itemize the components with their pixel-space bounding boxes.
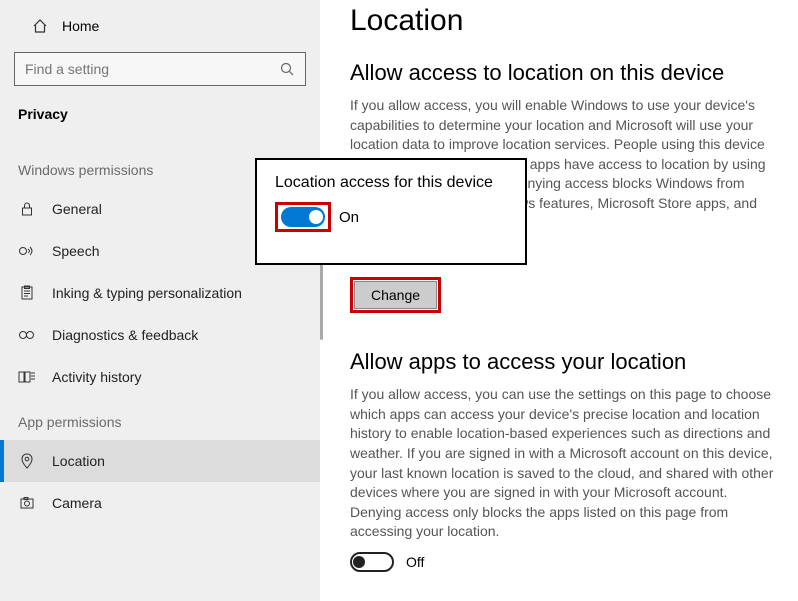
section-apps-access-title: Allow apps to access your location	[350, 349, 778, 375]
nav-label: General	[52, 201, 102, 217]
popup-title: Location access for this device	[275, 174, 507, 192]
home-label: Home	[62, 18, 99, 34]
toggle-label: On	[339, 209, 359, 226]
clipboard-icon	[18, 284, 36, 302]
page-title: Location	[350, 4, 778, 38]
home-button[interactable]: Home	[0, 10, 320, 42]
toggle-knob	[309, 210, 323, 224]
change-highlight: Change	[350, 277, 441, 313]
nav-label: Diagnostics & feedback	[52, 327, 198, 343]
nav-camera[interactable]: Camera	[0, 482, 320, 524]
category-label: Privacy	[0, 100, 320, 146]
main-content: Location Allow access to location on thi…	[320, 0, 798, 601]
sidebar: Home Privacy Windows permissions General…	[0, 0, 320, 601]
toggle-label: Off	[406, 554, 424, 570]
search-input[interactable]	[14, 52, 306, 86]
nav-label: Inking & typing personalization	[52, 285, 242, 301]
toggle-off-switch[interactable]	[350, 552, 394, 572]
speech-icon	[18, 242, 36, 260]
history-icon	[18, 368, 36, 386]
search-wrap	[0, 42, 320, 100]
search-field[interactable]	[25, 61, 279, 77]
group-app-permissions: App permissions	[0, 398, 320, 440]
nav-label: Activity history	[52, 369, 141, 385]
location-icon	[18, 452, 36, 470]
toggle-on-switch[interactable]	[281, 207, 325, 227]
nav-label: Camera	[52, 495, 102, 511]
nav-inking[interactable]: Inking & typing personalization	[0, 272, 320, 314]
nav-diagnostics[interactable]: Diagnostics & feedback	[0, 314, 320, 356]
nav-label: Location	[52, 453, 105, 469]
apps-access-toggle[interactable]: Off	[350, 552, 778, 572]
camera-icon	[18, 494, 36, 512]
section-apps-access-body: If you allow access, you can use the set…	[350, 385, 778, 542]
toggle-knob	[353, 556, 365, 568]
location-access-popup: Location access for this device On	[255, 158, 527, 265]
toggle-highlight	[275, 202, 331, 232]
change-button[interactable]: Change	[354, 281, 437, 309]
feedback-icon	[18, 326, 36, 344]
home-icon	[32, 18, 48, 34]
lock-icon	[18, 200, 36, 218]
section-device-access-title: Allow access to location on this device	[350, 60, 778, 86]
nav-location[interactable]: Location	[0, 440, 320, 482]
nav-label: Speech	[52, 243, 99, 259]
nav-activity[interactable]: Activity history	[0, 356, 320, 398]
search-icon	[279, 61, 295, 77]
